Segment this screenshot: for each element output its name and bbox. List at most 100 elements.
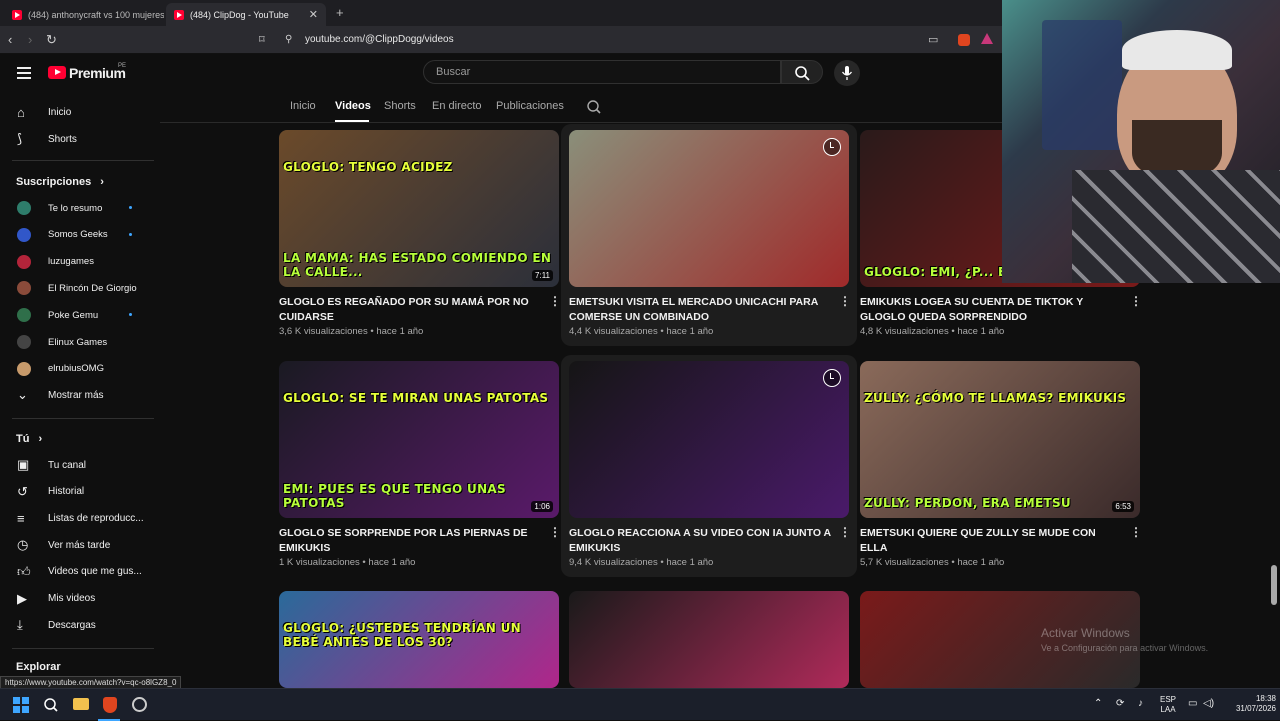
subscription-item[interactable]: El Rincón De Giorgio: [0, 276, 155, 300]
keyboard-layout: LAA: [1160, 705, 1176, 714]
sidebar-item-shorts[interactable]: ⟆ Shorts: [0, 127, 155, 151]
tab-videos[interactable]: Videos: [335, 100, 371, 112]
show-more-button[interactable]: ⌄ Mostrar más: [0, 383, 155, 407]
tab-title: (484) anthonycraft vs 100 mujeres - Y: [28, 9, 164, 20]
upload-age: hace 1 año: [957, 557, 1005, 568]
sidebar-item-watch-later[interactable]: ◷ Ver más tarde: [0, 533, 155, 557]
sidebar-item-label: Listas de reproducc...: [48, 512, 144, 524]
more-options-icon[interactable]: ⋮: [549, 525, 561, 539]
video-thumbnail[interactable]: ZULLY: ¿CÓMO TE LLAMAS? EMIKUKIS ZULLY: P…: [860, 361, 1140, 518]
new-content-dot: [129, 206, 132, 209]
you-header[interactable]: Tú ›: [16, 433, 42, 445]
sidebar-item-home[interactable]: ⌂ Inicio: [0, 100, 155, 124]
sidebar-item-download[interactable]: ⤓ Descargas: [0, 613, 155, 637]
subscription-item[interactable]: Elinux Games: [0, 330, 155, 354]
video-title[interactable]: EMETSUKI VISITA EL MERCADO UNICACHI PARA…: [569, 295, 831, 325]
video-metadata: 4,4 K visualizaciones • hace 1 año: [569, 326, 713, 337]
subscription-item[interactable]: Poke Gemu: [0, 303, 155, 327]
more-options-icon[interactable]: ⋮: [839, 525, 851, 539]
subscriptions-header[interactable]: Suscripciones ›: [16, 176, 104, 188]
search-icon: [795, 66, 810, 81]
upload-age: hace 1 año: [376, 326, 424, 337]
bookmark-icon[interactable]: ⌑: [259, 32, 265, 48]
thumbnail-caption: ZULLY: ¿CÓMO TE LLAMAS? EMIKUKIS: [864, 391, 1127, 405]
upload-age: hace 1 año: [368, 557, 416, 568]
brave-shield-icon[interactable]: [958, 34, 970, 46]
menu-icon[interactable]: [17, 67, 31, 79]
watermark-title: Activar Windows: [1041, 626, 1130, 640]
reload-icon[interactable]: ↻: [46, 32, 57, 48]
watch-later-icon[interactable]: [823, 369, 841, 387]
file-explorer-icon[interactable]: [73, 698, 89, 710]
video-title[interactable]: GLOGLO ES REGAÑADO POR SU MAMÁ POR NO CU…: [279, 295, 541, 325]
video-thumbnail[interactable]: [569, 130, 849, 287]
thumbnail-caption: GLOGLO: SE TE MIRAN UNAS PATOTAS: [283, 391, 549, 405]
youtube-logo-icon[interactable]: [48, 66, 66, 79]
volume-icon[interactable]: ◁): [1203, 699, 1214, 709]
video-title[interactable]: GLOGLO REACCIONA A SU VIDEO CON IA JUNTO…: [569, 526, 831, 556]
video-thumbnail[interactable]: GLOGLO: SE TE MIRAN UNAS PATOTAS EMI: PUE…: [279, 361, 559, 518]
subscription-label: elrubiusOMG: [48, 363, 104, 375]
video-thumbnail[interactable]: [569, 361, 849, 518]
upload-age: hace 1 año: [957, 326, 1005, 337]
tab-posts[interactable]: Publicaciones: [496, 100, 564, 112]
watch-later-icon[interactable]: [823, 138, 841, 156]
subscription-item[interactable]: Te lo resumo: [0, 196, 155, 220]
more-options-icon[interactable]: ⋮: [839, 294, 851, 308]
page-scrollbar[interactable]: [1271, 565, 1277, 605]
more-options-icon[interactable]: ⋮: [1130, 294, 1142, 308]
site-info-icon[interactable]: ⚲: [285, 32, 292, 48]
settings-app-icon[interactable]: [132, 697, 147, 712]
taskbar-search-icon[interactable]: [43, 697, 59, 713]
sidebar-item-playlist[interactable]: ≡ Listas de reproducc...: [0, 506, 155, 530]
subscription-label: El Rincón De Giorgio: [48, 282, 137, 294]
microphone-tray-icon[interactable]: ♪: [1138, 699, 1143, 709]
network-icon[interactable]: ▭: [1188, 699, 1197, 709]
sidebar-item-channel[interactable]: ▣ Tu canal: [0, 453, 155, 477]
browser-tab-2[interactable]: (484) ClipDog - YouTube ✕: [166, 3, 326, 26]
tray-overflow-icon[interactable]: ⌃: [1094, 699, 1102, 709]
brave-rewards-icon[interactable]: [981, 33, 993, 44]
sidebar-item-my-videos[interactable]: ▶ Mis videos: [0, 587, 155, 611]
cast-icon[interactable]: ▭: [928, 32, 938, 48]
search-button[interactable]: [781, 60, 823, 84]
tray-sync-icon[interactable]: ⟳: [1116, 699, 1124, 709]
channel-search-icon[interactable]: [586, 99, 602, 115]
video-thumbnail[interactable]: GLOGLO: TENGO ACIDEZ LA MAMA: HAS ESTADO …: [279, 130, 559, 287]
brave-browser-icon[interactable]: [103, 697, 117, 713]
voice-search-button[interactable]: [834, 60, 860, 86]
video-title[interactable]: EMETSUKI QUIERE QUE ZULLY SE MUDE CON EL…: [860, 526, 1122, 556]
subscriptions-header-label: Suscripciones: [16, 176, 92, 188]
video-duration: 1:06: [531, 501, 553, 512]
youtube-logo-text[interactable]: Premium: [69, 65, 126, 81]
windows-start-icon[interactable]: [13, 697, 29, 713]
tab-live[interactable]: En directo: [432, 100, 482, 112]
clock[interactable]: 18:38 31/07/2026: [1222, 694, 1276, 714]
upload-age: hace 1 año: [666, 326, 714, 337]
video-thumbnail[interactable]: [569, 591, 849, 688]
subscription-item[interactable]: elrubiusOMG: [0, 357, 155, 381]
more-options-icon[interactable]: ⋮: [549, 294, 561, 308]
forward-icon[interactable]: ›: [28, 32, 32, 48]
chevron-down-icon: ⌄: [17, 387, 28, 402]
new-tab-button[interactable]: +: [336, 5, 344, 20]
back-icon[interactable]: ‹: [8, 32, 12, 48]
browser-tab-1[interactable]: (484) anthonycraft vs 100 mujeres - Y: [4, 3, 164, 26]
language-indicator[interactable]: ESP LAA: [1160, 695, 1176, 715]
more-options-icon[interactable]: ⋮: [1130, 525, 1142, 539]
sidebar-item-label: Tu canal: [48, 459, 86, 471]
address-bar[interactable]: youtube.com/@ClippDogg/videos: [305, 34, 454, 45]
search-input[interactable]: Buscar: [423, 60, 781, 84]
close-tab-icon[interactable]: ✕: [309, 8, 318, 21]
tab-shorts[interactable]: Shorts: [384, 100, 416, 112]
video-title[interactable]: GLOGLO SE SORPRENDE POR LAS PIERNAS DE E…: [279, 526, 541, 556]
sidebar-item-history[interactable]: ↺ Historial: [0, 480, 155, 504]
tabs-divider: [160, 122, 1002, 123]
subscription-item[interactable]: luzugames: [0, 250, 155, 274]
video-title[interactable]: EMIKUKIS LOGEA SU CUENTA DE TIKTOK Y GLO…: [860, 295, 1122, 325]
subscription-item[interactable]: Somos Geeks: [0, 223, 155, 247]
video-thumbnail[interactable]: GLOGLO: ¿USTEDES TENDRÍAN UN BEBÉ ANTES …: [279, 591, 559, 688]
tab-inicio[interactable]: Inicio: [290, 100, 316, 112]
sidebar-item-like[interactable]: 👍︎ Videos que me gus...: [0, 560, 155, 584]
sidebar-divider: [12, 648, 154, 649]
